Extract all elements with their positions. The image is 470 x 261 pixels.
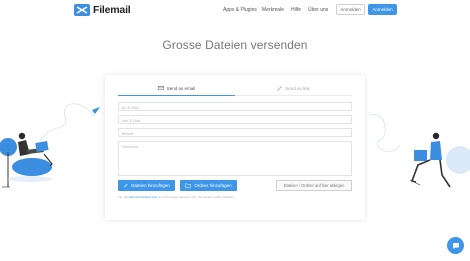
nav-merkmale[interactable]: Merkmale — [262, 4, 284, 15]
signup-button[interactable]: Anmelden — [368, 4, 397, 15]
send-form-card: Send as email Send as link An E-Mail Ihr… — [105, 75, 365, 220]
add-files-button[interactable]: Dateien hinzufügen — [118, 180, 175, 191]
desktop-app-link[interactable]: Filemail Desktop App — [129, 195, 157, 199]
folder-icon — [185, 183, 192, 188]
right-illustration — [370, 114, 470, 188]
tab-link-label: Send as link — [285, 85, 310, 91]
paper-plane-icon — [92, 107, 100, 114]
nav-apps-plugins[interactable]: Apps & Plugins — [223, 4, 257, 15]
tab-email-label: Send as email — [166, 85, 196, 91]
chat-button[interactable] — [447, 237, 464, 254]
add-folders-label: Ordner hinzufügen — [194, 183, 232, 188]
chat-icon — [452, 242, 459, 249]
logo-icon — [74, 4, 90, 16]
desktop-app-hint: Tip: Die Filemail Desktop App ist noch b… — [118, 195, 352, 199]
hint-prefix: Tip: Die — [118, 195, 129, 199]
hint-suffix: ist noch besser geeignet zum Versenden g… — [158, 195, 234, 199]
left-illustration — [0, 103, 100, 188]
tab-send-as-email[interactable]: Send as email — [118, 82, 235, 94]
paperclip-icon — [123, 183, 128, 188]
subject-field[interactable]: Betreff — [118, 128, 352, 137]
active-tab-indicator — [118, 95, 235, 96]
mail-icon — [157, 86, 164, 90]
login-button[interactable]: Anmelden — [336, 4, 365, 15]
brand-logo[interactable]: Filemail — [74, 4, 131, 16]
add-folders-button[interactable]: Ordner hinzufügen — [180, 180, 237, 191]
nav-ueber-uns[interactable]: Über uns — [308, 4, 328, 15]
tab-send-as-link[interactable]: Send as link — [235, 82, 352, 94]
message-field[interactable]: Nachricht — [118, 141, 352, 176]
page-title: Grosse Dateien versenden — [162, 38, 308, 52]
tab-divider — [235, 95, 352, 96]
drop-zone-button[interactable]: Dateien / Ordner auf hier ablegen — [276, 180, 352, 191]
from-email-field[interactable]: Ihre E-Mail — [118, 115, 352, 124]
add-files-label: Dateien hinzufügen — [131, 183, 170, 188]
brand-name: Filemail — [93, 4, 131, 16]
link-icon — [277, 85, 283, 91]
nav-hilfe[interactable]: Hilfe — [291, 4, 301, 15]
to-email-field[interactable]: An E-Mail — [118, 102, 352, 111]
